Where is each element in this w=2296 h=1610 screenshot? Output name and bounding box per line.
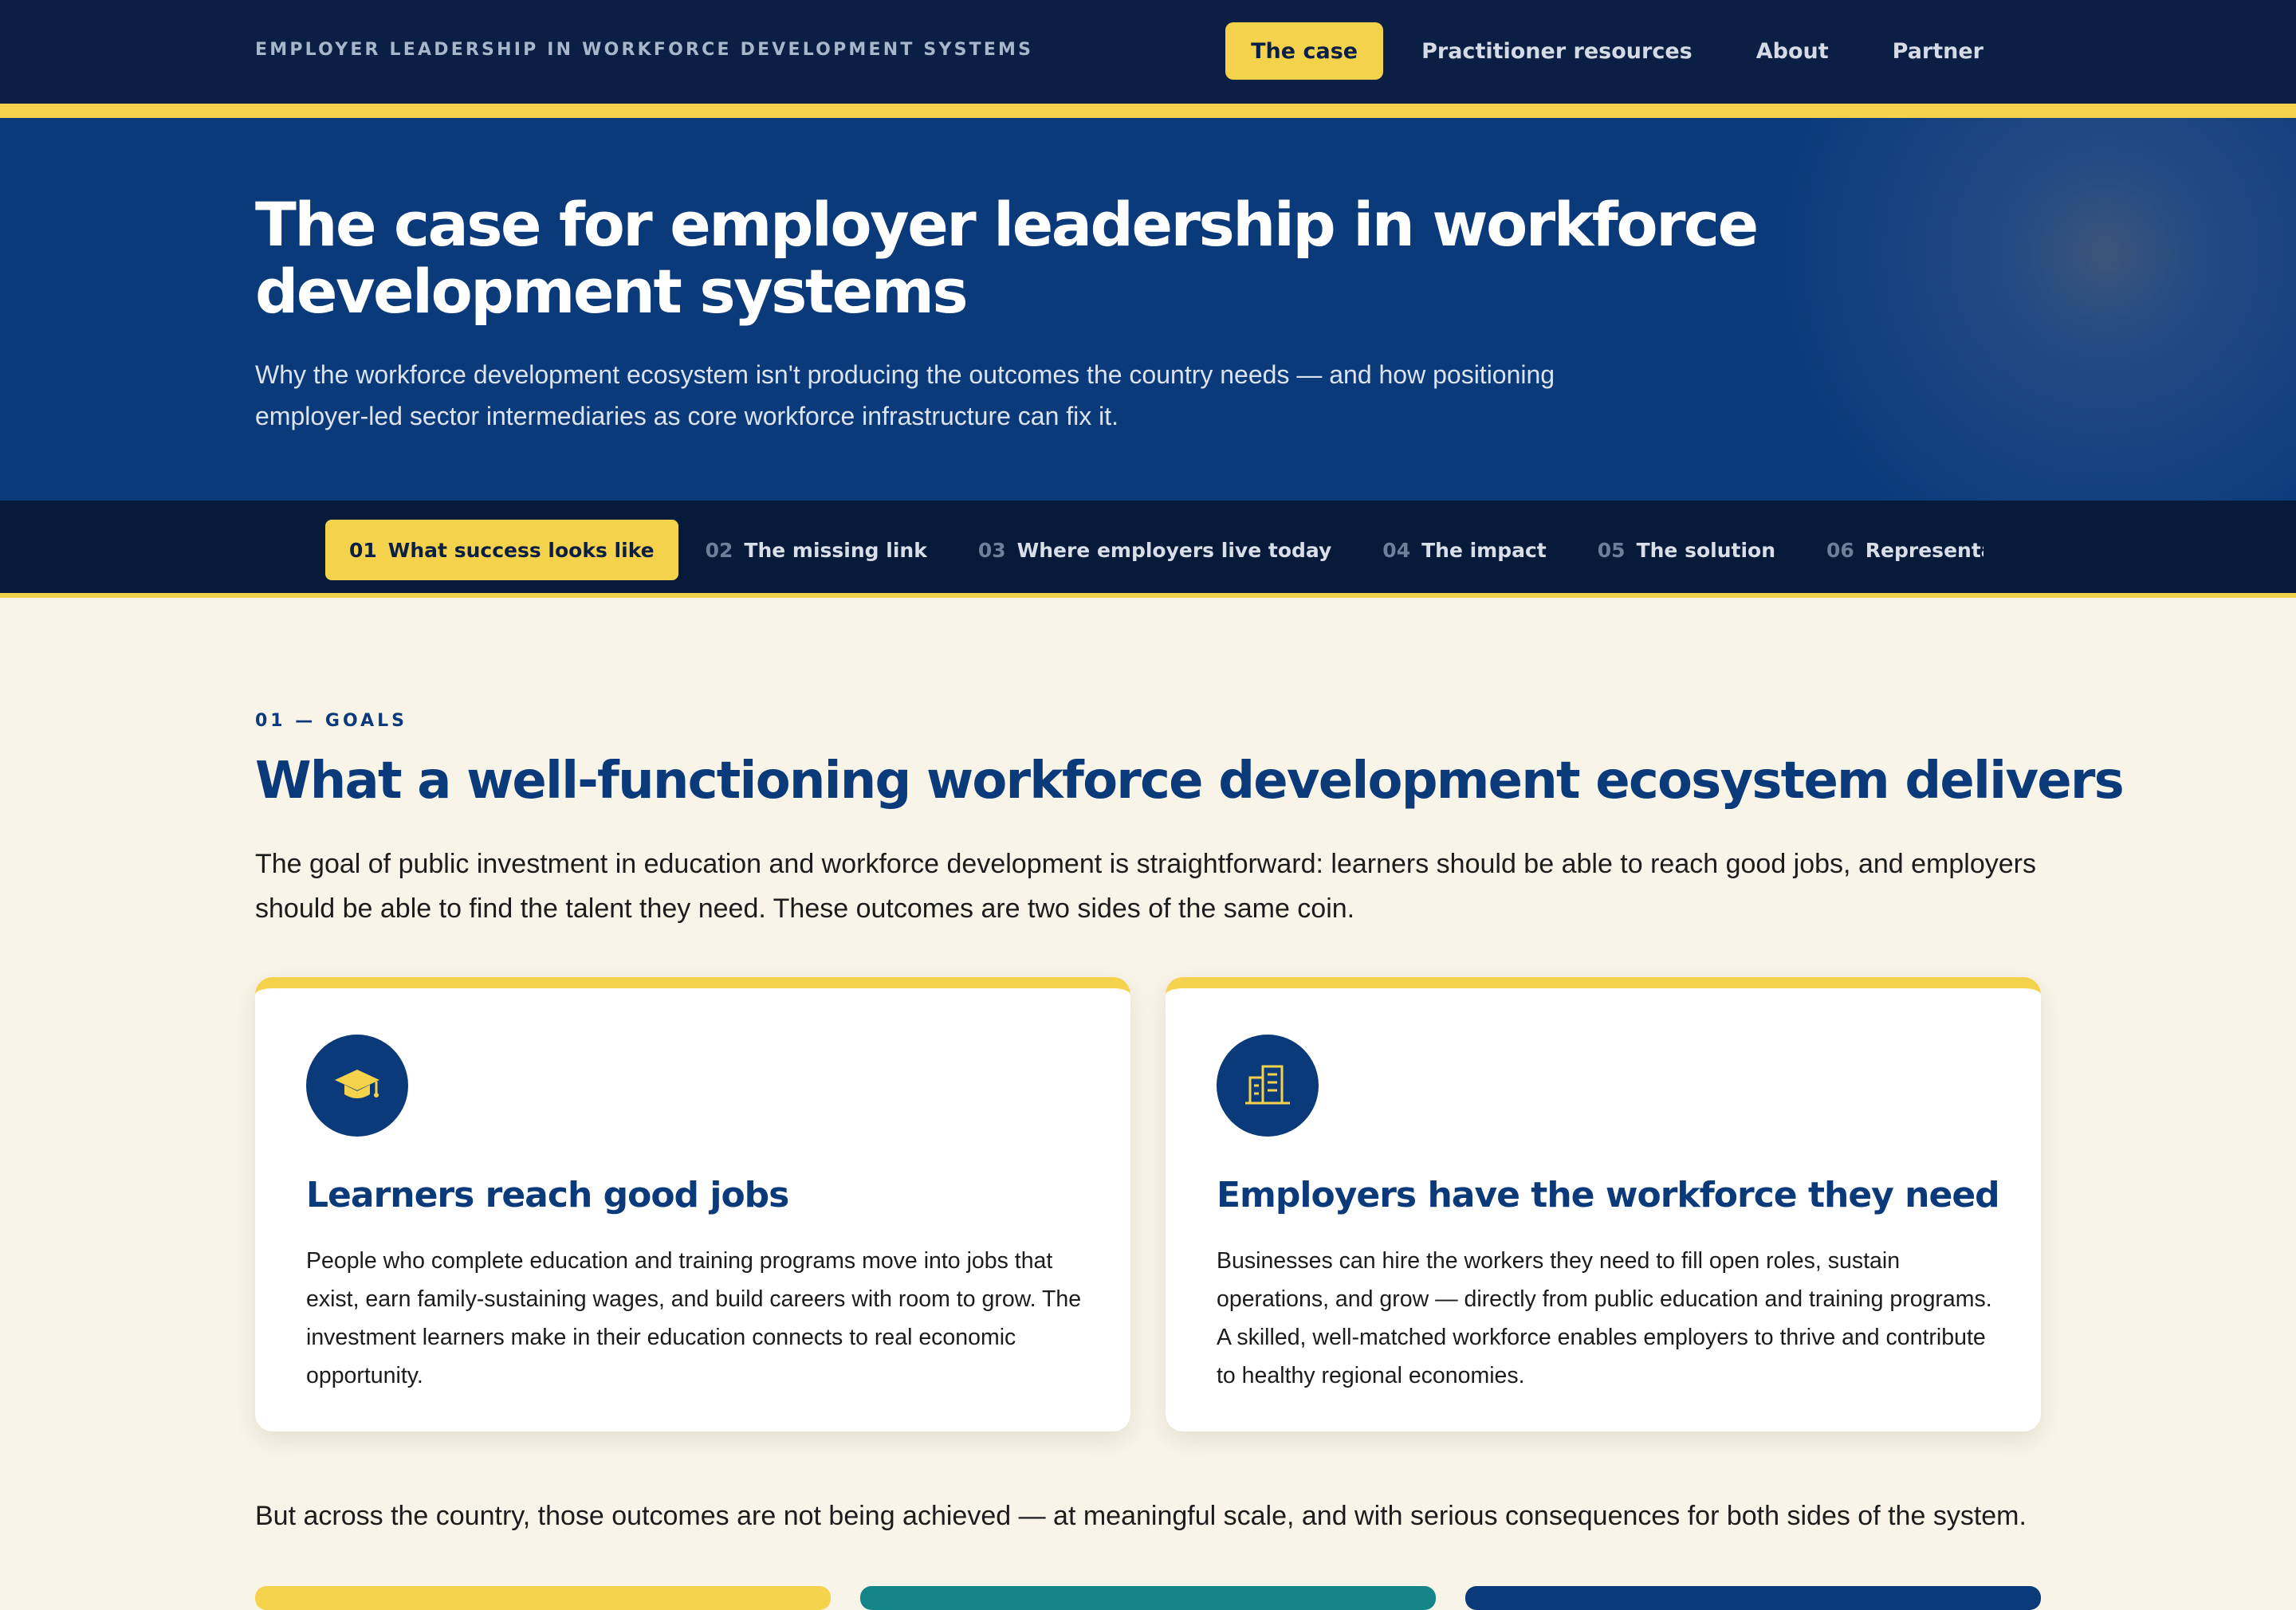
section-tab-number: 01 bbox=[349, 538, 377, 562]
section-navigation: 01 What success looks like 02 The missin… bbox=[0, 501, 2296, 598]
section-intro: The goal of public investment in educati… bbox=[255, 849, 2036, 924]
section-tab-label: Where employers live today bbox=[1016, 538, 1332, 562]
section-tab-the-missing-link[interactable]: 02 The missing link bbox=[682, 520, 951, 580]
section-closing-text: But across the country, those outcomes a… bbox=[255, 1501, 2027, 1531]
nav-link-the-case[interactable]: The case bbox=[1225, 22, 1384, 80]
card-body: Businesses can hire the workers they nee… bbox=[1217, 1248, 1992, 1388]
section-tab-number: 05 bbox=[1597, 538, 1626, 562]
page-subtitle: Why the workforce development ecosystem … bbox=[255, 360, 1555, 430]
section-tab-number: 06 bbox=[1826, 538, 1854, 562]
next-card-yellow bbox=[255, 1586, 831, 1610]
section-tab-label: The missing link bbox=[744, 538, 927, 562]
hero-banner: The case for employer leadership in work… bbox=[0, 118, 2296, 501]
section-tab-label: Representative voic bbox=[1865, 538, 1983, 562]
section-tab-number: 04 bbox=[1382, 538, 1411, 562]
building-icon bbox=[1217, 1035, 1319, 1137]
card-employers: Employers have the workforce they need B… bbox=[1166, 977, 2041, 1431]
card-title: Employers have the workforce they need bbox=[1217, 1175, 2000, 1215]
section-tabs: 01 What success looks like 02 The missin… bbox=[325, 520, 1983, 580]
section-tab-what-success-looks-like[interactable]: 01 What success looks like bbox=[325, 520, 678, 580]
nav-link-practitioner-resources[interactable]: Practitioner resources bbox=[1396, 22, 1718, 80]
card-title: Learners reach good jobs bbox=[306, 1175, 789, 1215]
section-tab-number: 03 bbox=[977, 538, 1006, 562]
section-tab-label: The impact bbox=[1421, 538, 1547, 562]
section-tab-where-employers-live-today[interactable]: 03 Where employers live today bbox=[954, 520, 1355, 580]
section-tab-the-impact[interactable]: 04 The impact bbox=[1358, 520, 1570, 580]
site-title[interactable]: EMPLOYER LEADERSHIP IN WORKFORCE DEVELOP… bbox=[255, 40, 1033, 60]
next-card-teal bbox=[860, 1586, 1436, 1610]
section-tab-label: The solution bbox=[1636, 538, 1775, 562]
page-title: The case for employer leadership in work… bbox=[255, 189, 1759, 327]
section-title: What a well-functioning workforce develo… bbox=[255, 752, 2125, 811]
section-tab-the-solution[interactable]: 05 The solution bbox=[1574, 520, 1799, 580]
nav-accent-stripe bbox=[0, 104, 2296, 118]
nav-link-about[interactable]: About bbox=[1731, 22, 1854, 80]
section-tab-representative-voices[interactable]: 06 Representative voic bbox=[1803, 520, 1983, 580]
card-body: People who complete education and traini… bbox=[306, 1248, 1082, 1388]
nav-link-partner[interactable]: Partner bbox=[1867, 22, 2009, 80]
section-eyebrow: 01 — GOALS bbox=[255, 711, 407, 731]
next-card-navy bbox=[1465, 1586, 2041, 1610]
primary-nav: The case Practitioner resources About Pa… bbox=[1225, 22, 2009, 80]
card-learners: Learners reach good jobs People who comp… bbox=[255, 977, 1130, 1431]
top-navigation: EMPLOYER LEADERSHIP IN WORKFORCE DEVELOP… bbox=[0, 0, 2296, 104]
graduation-cap-icon bbox=[306, 1035, 408, 1137]
section-tab-label: What success looks like bbox=[387, 538, 655, 562]
section-tab-number: 02 bbox=[705, 538, 733, 562]
